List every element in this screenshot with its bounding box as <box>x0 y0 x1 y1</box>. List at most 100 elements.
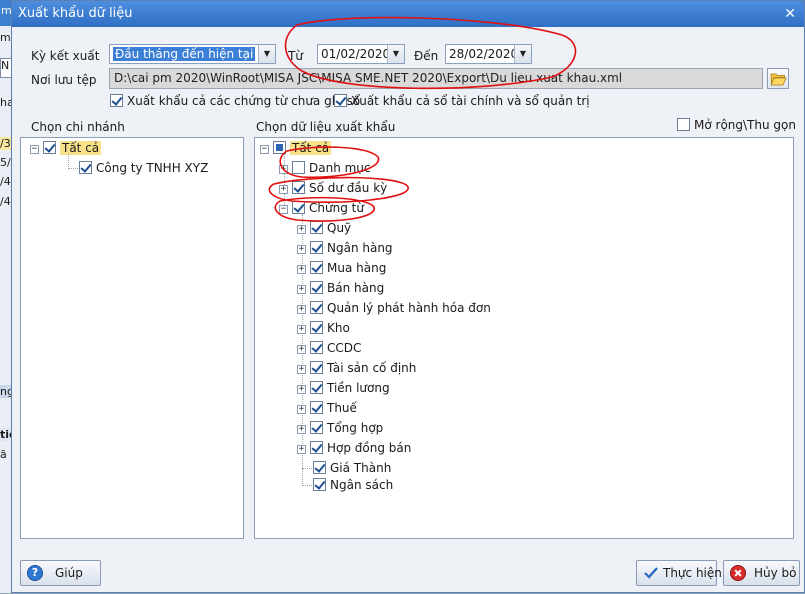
checkbox-books[interactable] <box>334 94 347 107</box>
voucher-item[interactable]: + Ngân hàng <box>297 240 393 256</box>
expand-icon[interactable]: + <box>297 425 306 434</box>
leaf-item-checkbox[interactable] <box>313 478 326 491</box>
voucher-item-checkbox[interactable] <box>310 281 323 294</box>
voucher-item-label: Quản lý phát hành hóa đơn <box>327 301 491 315</box>
cancel-button-label: Hủy bỏ <box>754 566 797 580</box>
browse-folder-button[interactable] <box>767 68 789 89</box>
voucher-item-checkbox[interactable] <box>310 421 323 434</box>
expand-icon[interactable]: + <box>297 325 306 334</box>
collapse-icon[interactable]: − <box>30 145 39 154</box>
voucher-item-label: Quỹ <box>327 221 352 235</box>
voucher-item-checkbox[interactable] <box>310 441 323 454</box>
voucher-item-label: Hợp đồng bán <box>327 441 412 455</box>
leaf-item[interactable]: Giá Thành <box>313 460 391 476</box>
dialog-title: Xuất khẩu dữ liệu <box>18 6 133 21</box>
from-date-value: 01/02/2020 <box>321 47 391 61</box>
data-item-checkbox[interactable] <box>292 201 305 214</box>
voucher-item[interactable]: + Mua hàng <box>297 260 386 276</box>
data-root-node[interactable]: − Tất cả <box>260 140 332 156</box>
leaf-item-checkbox[interactable] <box>313 461 326 474</box>
collapse-icon[interactable]: − <box>279 205 288 214</box>
period-label: Kỳ kết xuất <box>31 49 100 63</box>
leaf-item[interactable]: Ngân sách <box>313 477 393 493</box>
voucher-item[interactable]: + Tài sản cố định <box>297 360 416 376</box>
from-date-picker[interactable]: 01/02/2020 ▼ <box>317 44 405 64</box>
voucher-item-label: Tài sản cố định <box>327 361 417 375</box>
branch-root-checkbox[interactable] <box>43 141 56 154</box>
voucher-item-checkbox[interactable] <box>310 401 323 414</box>
expand-icon[interactable]: + <box>279 185 288 194</box>
voucher-item-checkbox[interactable] <box>310 321 323 334</box>
voucher-item-checkbox[interactable] <box>310 361 323 374</box>
voucher-item-checkbox[interactable] <box>310 221 323 234</box>
voucher-item[interactable]: + Tiền lương <box>297 380 390 396</box>
checkbox-unposted[interactable] <box>110 94 123 107</box>
expand-icon[interactable]: + <box>297 405 306 414</box>
voucher-item[interactable]: + Hợp đồng bán <box>297 440 411 456</box>
expand-icon[interactable]: + <box>297 265 306 274</box>
collapse-icon[interactable]: − <box>260 145 269 154</box>
data-item-checkbox[interactable] <box>292 161 305 174</box>
voucher-item-label: Tiền lương <box>327 381 390 395</box>
close-icon[interactable]: ✕ <box>784 1 796 27</box>
voucher-item[interactable]: + CCDC <box>297 340 361 356</box>
cancel-button[interactable]: Hủy bỏ <box>723 560 800 586</box>
chevron-down-icon[interactable]: ▼ <box>258 45 275 63</box>
option-unposted-label: Xuất khẩu cả các chứng từ chưa ghi sổ <box>127 94 361 108</box>
expand-icon[interactable]: + <box>297 345 306 354</box>
branch-item-label: Công ty TNHH XYZ <box>96 161 209 175</box>
voucher-item-checkbox[interactable] <box>310 261 323 274</box>
data-item-vouchers[interactable]: − Chứng từ <box>279 200 364 216</box>
period-select-value: Đầu tháng đến hiện tại <box>113 47 256 61</box>
branch-root-node[interactable]: − Tất cả <box>30 140 102 156</box>
expand-icon[interactable]: + <box>297 385 306 394</box>
export-dialog: Xuất khẩu dữ liệu ✕ Kỳ kết xuất Đầu thán… <box>11 0 805 593</box>
branch-tree: − Tất cả Công ty TNHH XYZ <box>20 137 244 539</box>
expand-icon[interactable]: + <box>297 445 306 454</box>
voucher-item-label: CCDC <box>327 341 362 355</box>
expand-icon[interactable]: + <box>297 305 306 314</box>
voucher-item[interactable]: + Thuế <box>297 400 357 416</box>
voucher-item-label: Mua hàng <box>327 261 387 275</box>
chevron-down-icon[interactable]: ▼ <box>387 45 404 63</box>
data-item-catalog[interactable]: + Danh mục <box>279 160 371 176</box>
voucher-item[interactable]: + Quản lý phát hành hóa đơn <box>297 300 491 316</box>
from-label: Từ <box>288 49 303 63</box>
voucher-item-label: Bán hàng <box>327 281 385 295</box>
expand-collapse-toggle[interactable]: Mở rộng\Thu gọn <box>677 118 796 132</box>
expand-icon[interactable]: + <box>297 365 306 374</box>
help-button[interactable]: ? Giúp <box>20 560 101 586</box>
voucher-item-checkbox[interactable] <box>310 381 323 394</box>
voucher-item-checkbox[interactable] <box>310 301 323 314</box>
save-path-label: Nơi lưu tệp <box>31 73 97 87</box>
voucher-item[interactable]: + Tổng hợp <box>297 420 383 436</box>
to-label: Đến <box>414 49 439 63</box>
run-button-label: Thực hiện <box>663 566 722 580</box>
option-books[interactable]: Xuất khẩu cả sổ tài chính và sổ quản trị <box>334 94 590 108</box>
expand-collapse-checkbox[interactable] <box>677 118 690 131</box>
branch-item[interactable]: Công ty TNHH XYZ <box>79 160 208 176</box>
option-books-label: Xuất khẩu cả sổ tài chính và sổ quản trị <box>351 94 590 108</box>
data-item-opening-balance[interactable]: + Số dư đầu kỳ <box>279 180 387 196</box>
branch-item-checkbox[interactable] <box>79 161 92 174</box>
expand-icon[interactable]: + <box>297 285 306 294</box>
run-button[interactable]: Thực hiện <box>636 560 722 586</box>
data-root-checkbox[interactable] <box>273 141 286 154</box>
folder-open-icon <box>770 73 787 86</box>
data-item-checkbox[interactable] <box>292 181 305 194</box>
branch-panel-title: Chọn chi nhánh <box>31 120 125 134</box>
voucher-item-checkbox[interactable] <box>310 341 323 354</box>
voucher-item[interactable]: + Kho <box>297 320 350 336</box>
to-date-picker[interactable]: 28/02/2020 ▼ <box>445 44 532 64</box>
chevron-down-icon[interactable]: ▼ <box>514 45 531 63</box>
option-unposted[interactable]: Xuất khẩu cả các chứng từ chưa ghi sổ <box>110 94 360 108</box>
expand-collapse-label: Mở rộng\Thu gọn <box>694 118 796 132</box>
expand-icon[interactable]: + <box>279 165 288 174</box>
save-path-field[interactable]: D:\cai pm 2020\WinRoot\MISA JSC\MISA SME… <box>109 68 763 89</box>
expand-icon[interactable]: + <box>297 245 306 254</box>
voucher-item[interactable]: + Bán hàng <box>297 280 384 296</box>
period-select[interactable]: Đầu tháng đến hiện tại ▼ <box>109 44 276 64</box>
voucher-item-checkbox[interactable] <box>310 241 323 254</box>
expand-icon[interactable]: + <box>297 225 306 234</box>
voucher-item[interactable]: + Quỹ <box>297 220 351 236</box>
